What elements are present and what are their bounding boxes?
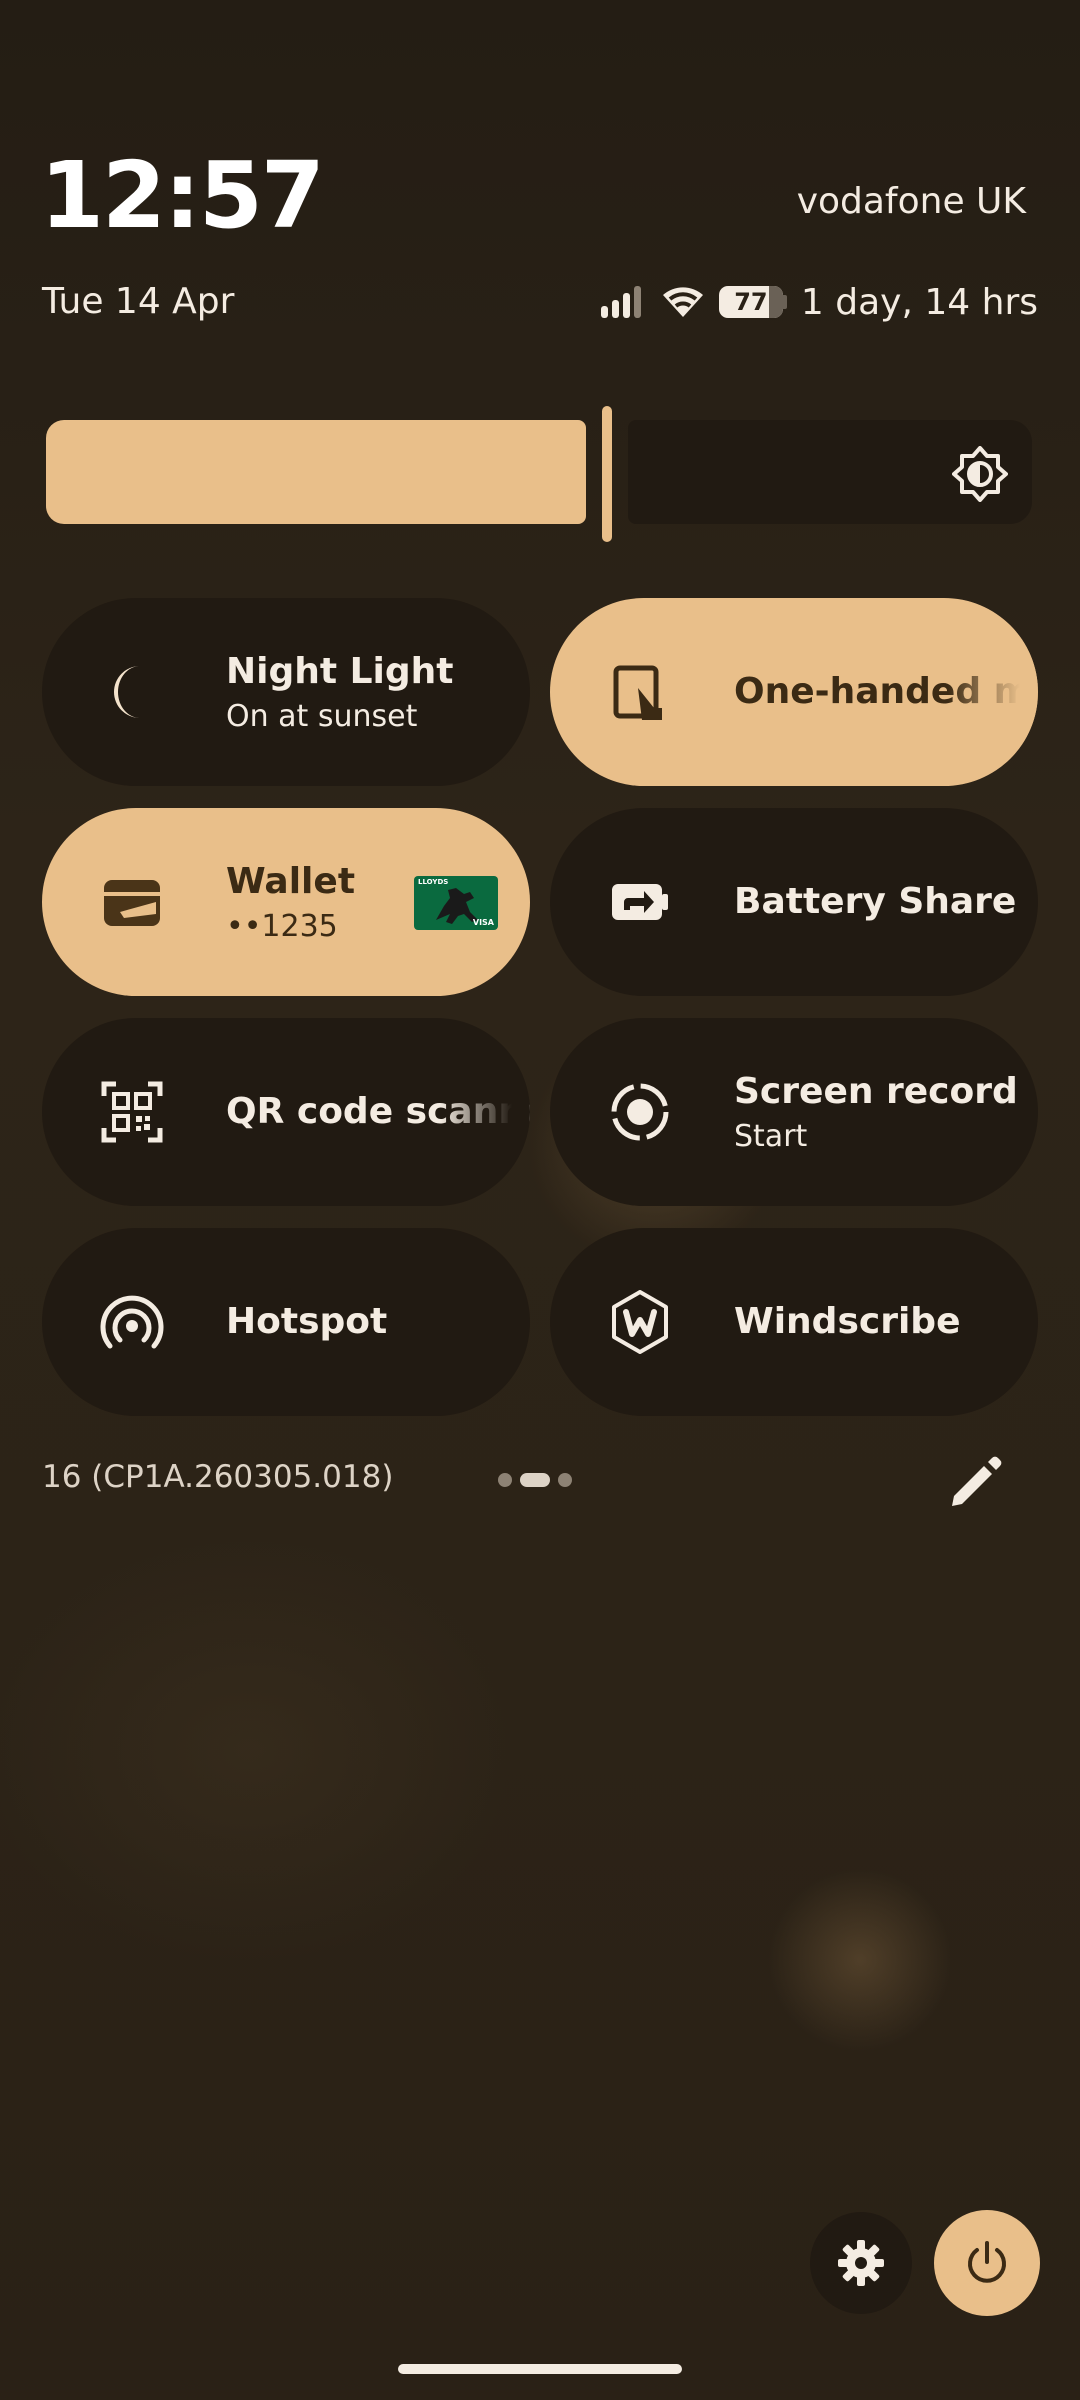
edit-pencil-icon[interactable] [946, 1452, 1006, 1512]
wallet-icon [104, 880, 160, 926]
power-icon [968, 2241, 1006, 2283]
tile-sublabel: ••1235 [226, 909, 338, 944]
settings-button[interactable] [810, 2212, 912, 2314]
page-indicator [498, 1473, 572, 1487]
tile-label: One-handed mode [734, 671, 1038, 712]
tile-label: Battery Share [734, 881, 1017, 922]
tile-sublabel: Start [734, 1119, 808, 1154]
gear-icon [838, 2240, 884, 2286]
tile-hotspot[interactable]: Hotspot [42, 1228, 530, 1416]
power-button[interactable] [934, 2210, 1040, 2316]
tile-label: Windscribe [734, 1301, 961, 1342]
carrier-label: vodafone UK [796, 181, 1026, 222]
moon-icon [114, 666, 140, 718]
tile-battery-share[interactable]: Battery Share [550, 808, 1038, 996]
battery-share-icon [612, 884, 668, 920]
tile-wallet[interactable]: Wallet ••1235 LLOYDS VISA [42, 808, 530, 996]
cellular-signal-icon [600, 286, 641, 318]
brightness-icon [952, 446, 1008, 502]
tile-label: Hotspot [226, 1301, 388, 1342]
windscribe-icon [612, 1290, 668, 1354]
tile-sublabel: On at sunset [226, 699, 418, 734]
battery-indicator: 77 [718, 286, 787, 318]
tile-qr-code-scanner[interactable]: QR code scanner [42, 1018, 530, 1206]
page-dot [558, 1473, 572, 1487]
tile-screen-record[interactable]: Screen record Start [550, 1018, 1038, 1206]
tile-label: Night Light [226, 651, 454, 692]
screen-record-icon [611, 1083, 669, 1141]
page-dot [498, 1473, 512, 1487]
page-dot-active [520, 1473, 550, 1487]
home-gesture-bar[interactable] [398, 2364, 682, 2374]
tile-label: Wallet [226, 861, 356, 902]
battery-remaining: 1 day, 14 hrs [800, 281, 1038, 323]
hotspot-icon [100, 1295, 164, 1349]
battery-percent: 77 [734, 288, 768, 316]
one-handed-mode-icon [613, 665, 662, 720]
quick-settings-screen: 12:57 vodafone UK Tue 14 Apr 77 1 day, 1… [0, 0, 1080, 2400]
date-label[interactable]: Tue 14 Apr [42, 284, 234, 320]
tile-label: Screen record [734, 1071, 1018, 1112]
build-number[interactable]: 16 (CP1A.260305.018) [42, 1462, 393, 1493]
brightness-slider[interactable] [46, 406, 1032, 542]
tile-label: QR code scanner [226, 1091, 530, 1132]
card-network: VISA [472, 918, 494, 927]
tile-windscribe[interactable]: Windscribe [550, 1228, 1038, 1416]
brightness-slider-handle[interactable] [602, 406, 612, 542]
wifi-icon [662, 287, 703, 317]
brightness-slider-track[interactable] [628, 420, 1032, 524]
clock[interactable]: 12:57 [40, 150, 325, 242]
status-icons: 77 1 day, 14 hrs [599, 280, 1038, 324]
qr-code-icon [101, 1081, 163, 1143]
brightness-slider-fill [46, 420, 586, 524]
tile-night-light[interactable]: Night Light On at sunset [42, 598, 530, 786]
tile-one-handed-mode[interactable]: One-handed mode [550, 598, 1038, 786]
bank-card-thumbnail: LLOYDS VISA [414, 876, 498, 930]
